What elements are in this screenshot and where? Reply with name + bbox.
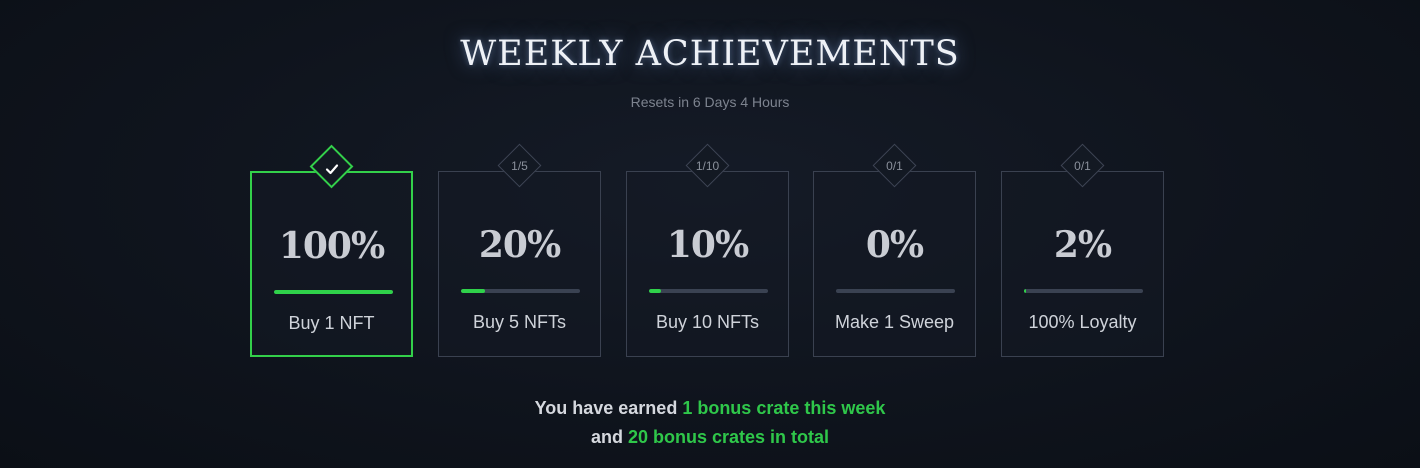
progress-bar-fill [649, 289, 661, 293]
progress-count: 0/1 [886, 159, 903, 173]
progress-percent: 0% [865, 224, 924, 266]
page-title: WEEKLY ACHIEVEMENTS [460, 34, 960, 74]
progress-percent: 20% [478, 224, 561, 266]
achievement-card-buy-5-nfts[interactable]: 1/5 20% Buy 5 NFTs [438, 143, 601, 357]
bonus-summary-line-1: You have earned 1 bonus crate this week [0, 394, 1420, 423]
achievement-card-loyalty[interactable]: 0/1 2% 100% Loyalty [1001, 143, 1164, 357]
progress-percent: 10% [666, 224, 749, 266]
progress-bar [274, 290, 393, 294]
progress-bar [836, 289, 955, 293]
progress-bar [1024, 289, 1143, 293]
achievement-label: Buy 5 NFTs [472, 312, 567, 332]
progress-percent: 100% [278, 225, 385, 267]
achievement-label: Buy 1 NFT [288, 313, 375, 333]
progress-count: 1/5 [511, 159, 528, 173]
bonus-summary-line-2: and 20 bonus crates in total [0, 423, 1420, 452]
progress-count: 0/1 [1074, 159, 1091, 173]
progress-bar [461, 289, 580, 293]
achievement-card-make-1-sweep[interactable]: 0/1 0% Make 1 Sweep [813, 143, 976, 357]
achievement-label: Make 1 Sweep [834, 312, 955, 332]
achievement-card-buy-1-nft[interactable]: 100% Buy 1 NFT [250, 144, 413, 357]
progress-percent: 2% [1053, 224, 1112, 266]
progress-bar-fill [1024, 289, 1027, 293]
achievements-list: 100% Buy 1 NFT 1/5 20% Buy 5 NFTs 1/10 1… [250, 143, 1166, 359]
progress-count: 1/10 [695, 159, 720, 173]
bonus-total-prefix: and [590, 427, 628, 447]
reset-timer: Resets in 6 Days 4 Hours [630, 94, 790, 110]
bonus-summary: You have earned 1 bonus crate this week … [0, 394, 1420, 452]
bonus-weekly-count: 1 bonus crate this week [682, 398, 886, 418]
bonus-weekly-prefix: You have earned [534, 398, 683, 418]
achievement-card-buy-10-nfts[interactable]: 1/10 10% Buy 10 NFTs [626, 143, 789, 357]
achievement-label: 100% Loyalty [1028, 312, 1137, 332]
progress-bar-fill [274, 290, 393, 294]
progress-bar [649, 289, 768, 293]
achievement-label: Buy 10 NFTs [655, 312, 760, 332]
check-icon [325, 164, 338, 175]
bonus-total-count: 20 bonus crates in total [627, 427, 830, 447]
progress-bar-fill [461, 289, 485, 293]
